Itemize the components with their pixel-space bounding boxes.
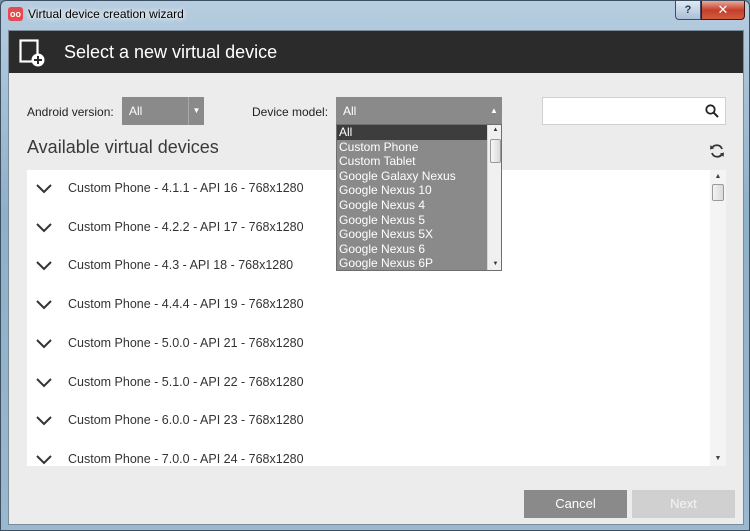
page-title: Select a new virtual device	[64, 42, 278, 62]
device-name: Custom Phone - 7.0.0 - API 24 - 768x1280	[68, 451, 304, 466]
expand-chevron-icon[interactable]	[36, 339, 52, 349]
scroll-up-icon[interactable]: ▲	[710, 171, 726, 183]
list-item[interactable]: Custom Phone - 5.0.0 - API 21 - 768x1280	[27, 325, 710, 363]
section-title: Available virtual devices	[27, 137, 219, 157]
next-button[interactable]: Next	[632, 490, 735, 518]
list-item[interactable]: Custom Phone - 4.4.4 - API 19 - 768x1280	[27, 286, 710, 324]
chevron-up-icon: ▲	[486, 97, 502, 125]
dropdown-option[interactable]: Google Nexus 6P	[337, 256, 487, 270]
scrollbar-thumb[interactable]	[712, 184, 724, 201]
scroll-down-icon[interactable]: ▼	[710, 453, 726, 465]
wizard-header: Select a new virtual device	[9, 31, 743, 73]
add-device-icon	[19, 39, 45, 67]
android-version-value: All	[129, 104, 143, 118]
device-name: Custom Phone - 4.2.2 - API 17 - 768x1280	[68, 219, 304, 234]
scroll-down-icon[interactable]: ▼	[488, 259, 501, 270]
dropdown-option[interactable]: Google Nexus 10	[337, 183, 487, 198]
device-name: Custom Phone - 4.1.1 - API 16 - 768x1280	[68, 181, 304, 195]
close-button[interactable]: ✕	[701, 1, 745, 20]
scrollbar-thumb[interactable]	[490, 139, 501, 163]
help-button[interactable]: ?	[675, 1, 701, 20]
dialog-client: Select a new virtual device Android vers…	[8, 30, 744, 525]
cancel-button[interactable]: Cancel	[524, 490, 627, 518]
device-model-label: Device model:	[252, 105, 329, 119]
refresh-icon[interactable]	[709, 143, 725, 159]
device-name: Custom Phone - 4.3 - API 18 - 768x1280	[68, 258, 294, 273]
expand-chevron-icon[interactable]	[36, 377, 52, 388]
dropdown-option[interactable]: Google Nexus 5	[337, 213, 487, 228]
search-icon[interactable]	[705, 104, 719, 118]
device-model-dropdown[interactable]: All Custom Phone Custom Tablet Google Ga…	[336, 124, 502, 271]
device-model-value: All	[343, 104, 357, 118]
list-item[interactable]: Custom Phone - 6.0.0 - API 23 - 768x1280	[27, 402, 710, 440]
chevron-down-icon: ▼	[188, 97, 204, 125]
dropdown-option[interactable]: Custom Phone	[337, 140, 487, 155]
device-name: Custom Phone - 6.0.0 - API 23 - 768x1280	[68, 413, 304, 428]
expand-chevron-icon[interactable]	[36, 416, 52, 426]
list-item[interactable]: Custom Phone - 5.1.0 - API 22 - 768x1280	[27, 364, 710, 402]
window-frame: oo Virtual device creation wizard ? ✕ Se…	[0, 0, 750, 531]
device-model-select[interactable]: All ▲	[336, 97, 502, 125]
device-name: Custom Phone - 4.4.4 - API 19 - 768x1280	[68, 297, 304, 312]
window-title: Virtual device creation wizard	[28, 7, 184, 21]
search-input[interactable]	[542, 97, 726, 125]
dropdown-option[interactable]: All	[337, 125, 487, 140]
title-bar[interactable]: oo Virtual device creation wizard ? ✕	[1, 1, 750, 29]
expand-chevron-icon[interactable]	[36, 222, 52, 233]
scroll-up-icon[interactable]: ▲	[488, 125, 501, 136]
device-name: Custom Phone - 5.0.0 - API 21 - 768x1280	[68, 335, 304, 350]
expand-chevron-icon[interactable]	[36, 261, 52, 271]
app-logo-icon: oo	[8, 7, 23, 21]
dropdown-option[interactable]: Google Galaxy Nexus	[337, 169, 487, 184]
device-name: Custom Phone - 5.1.0 - API 22 - 768x1280	[68, 374, 304, 389]
dropdown-option[interactable]: Google Nexus 4	[337, 198, 487, 213]
dropdown-option[interactable]: Google Nexus 6	[337, 242, 487, 257]
dropdown-scrollbar[interactable]: ▲ ▼	[487, 125, 501, 270]
expand-chevron-icon[interactable]	[36, 184, 52, 194]
android-version-label: Android version:	[27, 105, 114, 119]
android-version-select[interactable]: All ▼	[122, 97, 204, 125]
dropdown-option[interactable]: Custom Tablet	[337, 154, 487, 169]
list-scrollbar[interactable]: ▲ ▼	[710, 170, 726, 466]
expand-chevron-icon[interactable]	[36, 455, 52, 465]
dropdown-option[interactable]: Google Nexus 5X	[337, 227, 487, 242]
list-item[interactable]: Custom Phone - 7.0.0 - API 24 - 768x1280	[27, 441, 710, 466]
expand-chevron-icon[interactable]	[36, 300, 52, 310]
